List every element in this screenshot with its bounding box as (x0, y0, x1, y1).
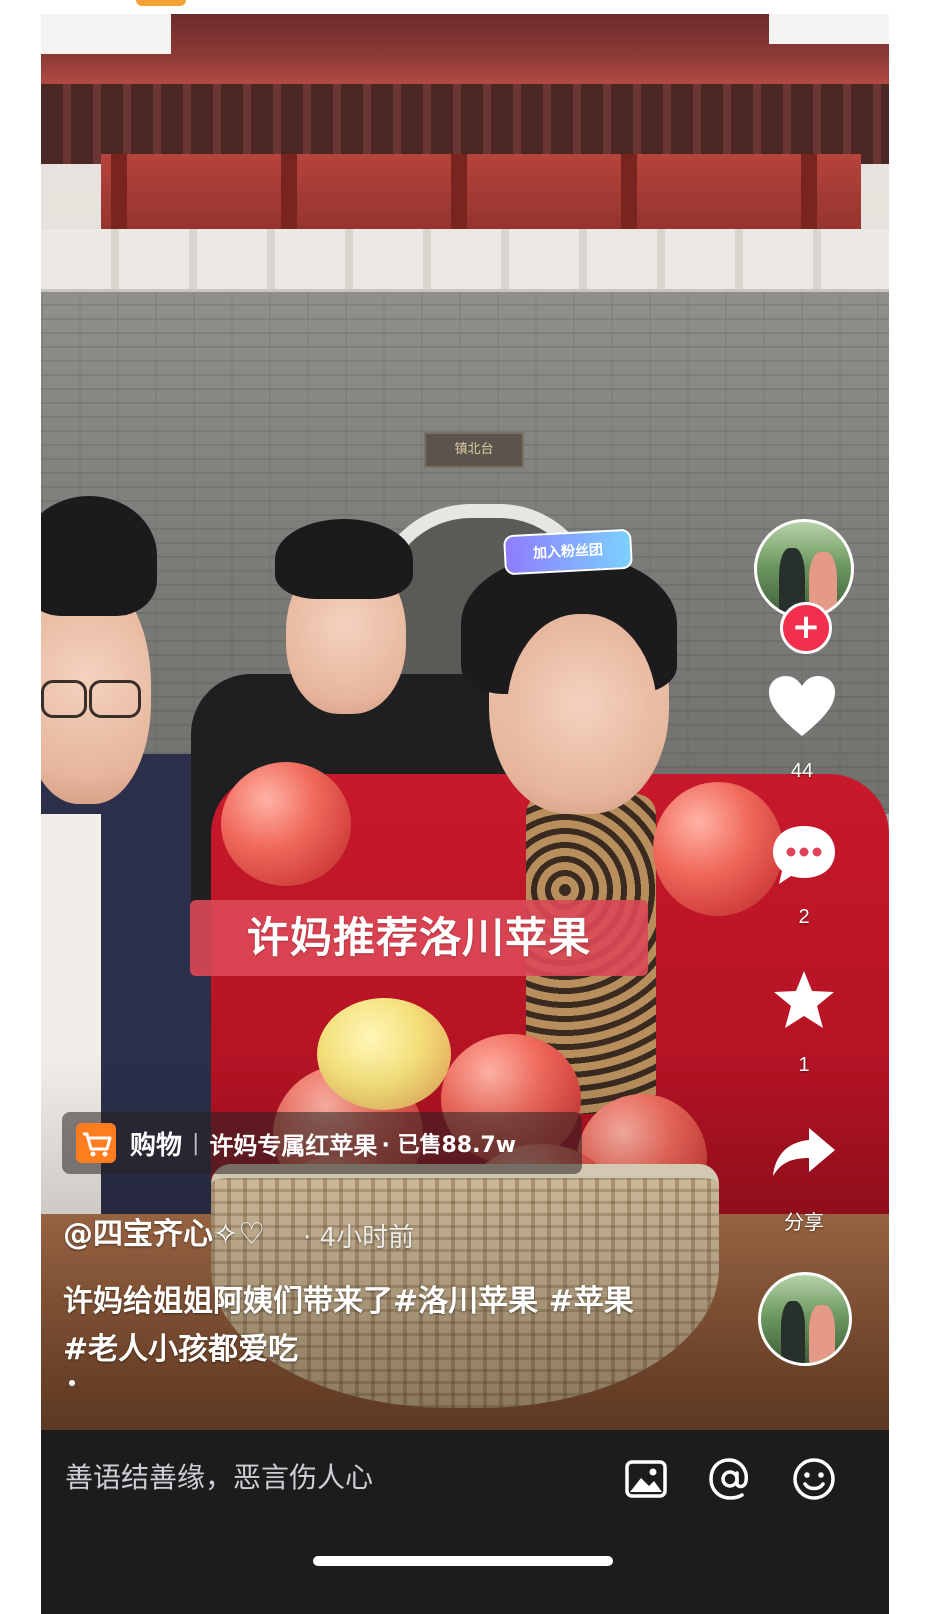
author-name[interactable]: @四宝齐心✧♡ (63, 1209, 265, 1252)
share-icon (773, 1128, 835, 1176)
stone-balustrade (41, 229, 889, 293)
sky-right (769, 14, 889, 44)
temple-eave (41, 84, 889, 164)
like-count: 44 (790, 760, 814, 782)
image-icon (625, 1460, 667, 1498)
comment-bar: 善语结善缘，恶言伤人心 (41, 1430, 889, 1530)
status-notch (136, 0, 186, 6)
comment-input[interactable]: 善语结善缘，恶言伤人心 (65, 1448, 605, 1508)
progress-indicator (69, 1380, 75, 1386)
emoji-icon (793, 1458, 835, 1500)
mention-button[interactable] (705, 1454, 755, 1504)
emoji-button[interactable] (789, 1454, 839, 1504)
share-button[interactable] (771, 1124, 837, 1180)
video-caption: 许妈推荐洛川苹果 (190, 900, 648, 976)
sky-left (41, 14, 171, 54)
comment-count: 2 (798, 906, 810, 928)
heart-icon (769, 676, 835, 736)
gate-plaque: 镇北台 (424, 432, 524, 468)
post-time: · 4小时前 (303, 1223, 415, 1253)
share-label: 分享 (784, 1212, 824, 1234)
star-icon (774, 971, 834, 1028)
sold-count: · 已售88.7w (381, 1133, 517, 1158)
product-title: 许妈专属红苹果 (209, 1131, 378, 1160)
apple-held-left (221, 762, 351, 886)
cart-icon (76, 1123, 116, 1163)
shopping-tag[interactable]: 购物 | 许妈专属红苹果 · 已售88.7w (62, 1112, 582, 1174)
apple-held-right (653, 782, 783, 916)
home-indicator-area (41, 1530, 889, 1614)
favorite-count: 1 (798, 1054, 810, 1076)
post-description-line2[interactable]: #老人小孩都爱吃 (63, 1324, 683, 1368)
comment-icon (773, 826, 835, 884)
like-button[interactable] (767, 674, 837, 740)
phone-screen: 镇北台 加入粉丝团 许妈推荐洛川苹果 + 44 2 1 分享 购物 | 许妈专属… (41, 14, 889, 1614)
plus-icon: + (791, 607, 821, 647)
fan-club-badge[interactable]: 加入粉丝团 (503, 528, 633, 576)
shopping-separator: | (192, 1130, 200, 1156)
favorite-button[interactable] (771, 968, 837, 1034)
home-indicator[interactable] (313, 1556, 613, 1566)
music-disc[interactable] (758, 1272, 852, 1366)
shopping-label: 购物 (130, 1130, 183, 1161)
comment-button[interactable] (769, 822, 839, 888)
post-description-line1[interactable]: 许妈给姐姐阿姨们带来了#洛川苹果 #苹果 (63, 1276, 683, 1320)
image-button[interactable] (621, 1454, 671, 1504)
follow-button[interactable]: + (780, 602, 832, 654)
at-icon (709, 1458, 749, 1500)
